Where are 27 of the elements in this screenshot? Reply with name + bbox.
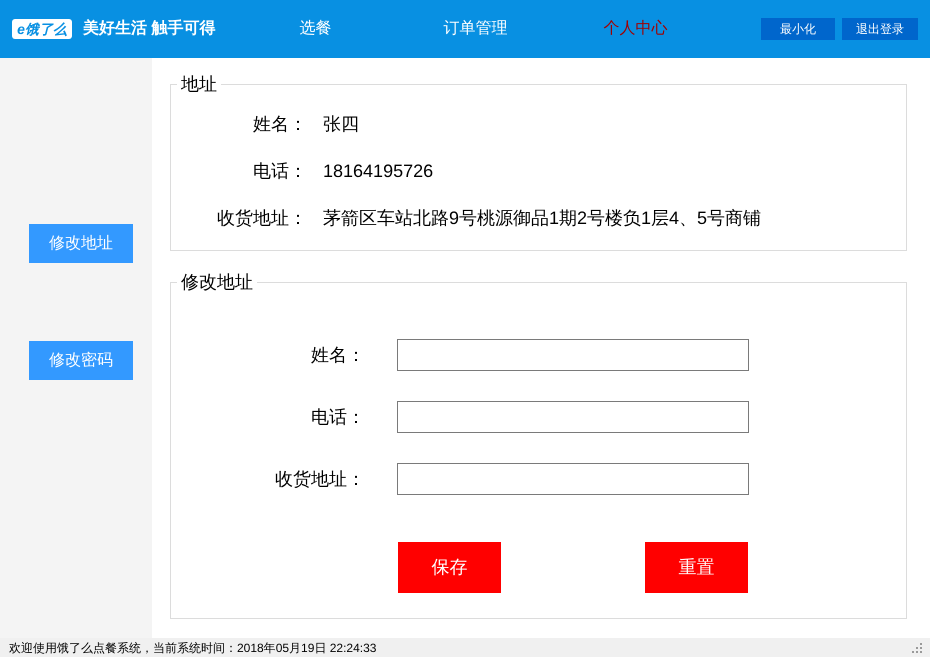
- input-field[interactable]: [397, 339, 749, 371]
- input-field[interactable]: [397, 401, 749, 433]
- nav-tab[interactable]: 订单管理: [395, 18, 556, 40]
- field-label: 电话：: [252, 160, 307, 183]
- field-label: 收货地址：: [216, 207, 307, 230]
- panel-legend: 地址: [177, 73, 221, 95]
- field-value: 张四: [323, 113, 360, 136]
- save-button[interactable]: 保存: [398, 542, 501, 593]
- sidebar-button[interactable]: 修改密码: [29, 341, 133, 380]
- input-field[interactable]: [397, 463, 749, 495]
- field-value: 18164195726: [323, 160, 434, 183]
- panel-legend: 修改地址: [177, 271, 257, 293]
- field-value: 茅箭区车站北路9号桃源御品1期2号楼负1层4、5号商铺: [323, 207, 762, 230]
- field-label: 姓名：: [310, 344, 365, 367]
- field-label: 收货地址：: [274, 468, 365, 491]
- field-label: 电话：: [310, 406, 365, 429]
- minimize-button[interactable]: 最小化: [761, 18, 835, 40]
- sidebar-button[interactable]: 修改地址: [29, 224, 133, 263]
- nav-tab[interactable]: 选餐: [235, 18, 396, 40]
- nav-tab[interactable]: 个人中心: [555, 18, 716, 40]
- logo-badge: e饿了么: [12, 19, 72, 39]
- logout-button[interactable]: 退出登录: [842, 18, 918, 40]
- resize-grip-icon[interactable]: [912, 642, 922, 652]
- slogan: 美好生活 触手可得: [83, 19, 216, 39]
- reset-button[interactable]: 重置: [645, 542, 748, 593]
- field-label: 姓名：: [252, 113, 307, 136]
- status-text: 欢迎使用饿了么点餐系统，当前系统时间：2018年05月19日 22:24:33: [9, 640, 376, 656]
